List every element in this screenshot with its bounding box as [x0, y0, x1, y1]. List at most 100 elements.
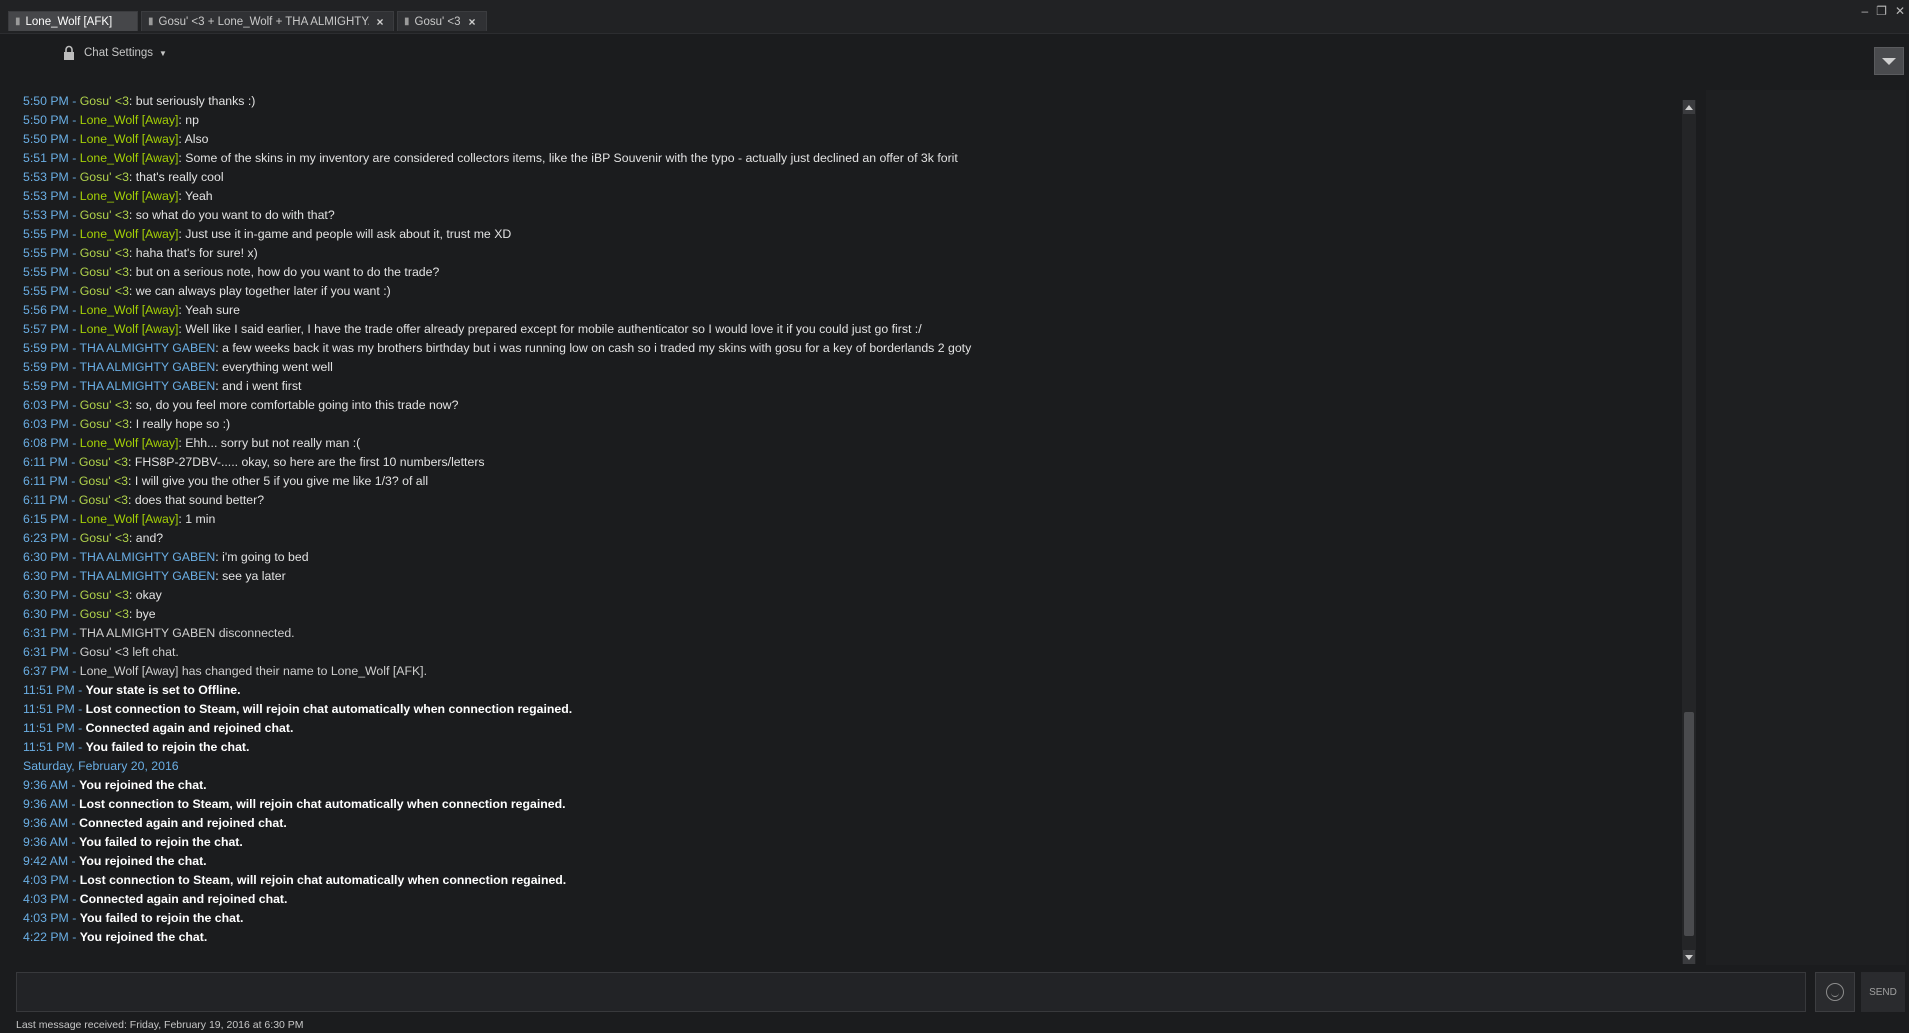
message-author: Gosu' <3: [79, 94, 129, 108]
chat-message: 5:56 PM - Lone_Wolf [Away]: Yeah sure: [23, 301, 1673, 320]
title-bar: ▮ Lone_Wolf [AFK] ▮ Gosu' <3 + Lone_Wolf…: [0, 0, 1909, 34]
chat-message: 6:11 PM - Gosu' <3: does that sound bett…: [23, 491, 1673, 510]
separator: -: [68, 246, 80, 260]
event-text: Lost connection to Steam, will rejoin ch…: [79, 797, 566, 811]
chat-settings-button[interactable]: Chat Settings ▼: [62, 45, 167, 61]
message-time: 6:30 PM: [23, 569, 69, 583]
message-text: i'm going to bed: [222, 550, 309, 564]
separator: -: [68, 170, 80, 184]
smiley-icon: [1826, 983, 1844, 1001]
tab-lone-wolf[interactable]: ▮ Lone_Wolf [AFK]: [8, 11, 138, 31]
tab-label: Lone_Wolf [AFK]: [25, 15, 113, 28]
message-time: 6:11 PM: [23, 474, 68, 488]
close-window-icon[interactable]: ✕: [1895, 4, 1905, 18]
message-time: 5:53 PM: [23, 208, 69, 222]
message-time: 5:55 PM: [23, 246, 69, 260]
message-text: Just use it in-game and people will ask …: [185, 227, 512, 241]
message-colon: :: [128, 417, 136, 431]
separator: -: [67, 455, 79, 469]
message-author: Gosu' <3: [79, 531, 129, 545]
status-event: 11:51 PM - You failed to rejoin the chat…: [23, 738, 1673, 757]
message-time: 5:56 PM: [23, 303, 69, 317]
chat-scrollbar[interactable]: [1682, 100, 1696, 964]
close-icon[interactable]: ×: [469, 15, 476, 29]
separator: -: [68, 607, 80, 621]
message-author: THA ALMIGHTY GABEN: [79, 379, 216, 393]
message-time: 5:55 PM: [23, 265, 69, 279]
chat-log: 5:50 PM - Gosu' <3: but seriously thanks…: [23, 92, 1673, 947]
chat-event: 6:37 PM - Lone_Wolf [Away] has changed t…: [23, 662, 1673, 681]
message-text: Also: [184, 132, 209, 146]
event-text: You rejoined the chat.: [79, 854, 207, 868]
chat-message: 5:51 PM - Lone_Wolf [Away]: Some of the …: [23, 149, 1673, 168]
chat-message: 6:03 PM - Gosu' <3: I really hope so :): [23, 415, 1673, 434]
message-time: 5:59 PM: [23, 341, 69, 355]
restore-icon[interactable]: ❐: [1876, 4, 1887, 18]
close-icon[interactable]: ×: [377, 15, 384, 29]
message-text: that's really cool: [135, 170, 224, 184]
tab-gosu[interactable]: ▮ Gosu' <3 ×: [397, 11, 487, 31]
event-time: 9:36 AM: [23, 835, 69, 849]
message-colon: :: [128, 265, 136, 279]
chat-message: 6:30 PM - THA ALMIGHTY GABEN: i'm going …: [23, 548, 1673, 567]
separator: -: [74, 740, 86, 754]
message-text: so, do you feel more comfortable going i…: [135, 398, 459, 412]
message-text: a few weeks back it was my brothers birt…: [222, 341, 972, 355]
status-event: 11:51 PM - Your state is set to Offline.: [23, 681, 1673, 700]
separator: -: [68, 132, 80, 146]
status-event: 9:36 AM - Connected again and rejoined c…: [23, 814, 1673, 833]
message-author: Gosu' <3: [79, 208, 129, 222]
separator: -: [68, 588, 80, 602]
message-text: Well like I said earlier, I have the tra…: [185, 322, 922, 336]
message-text: Yeah: [185, 189, 213, 203]
separator: -: [68, 531, 80, 545]
event-text: Lone_Wolf [Away] has changed their name …: [79, 664, 427, 678]
message-time: 5:55 PM: [23, 227, 69, 241]
event-time: 4:03 PM: [23, 911, 69, 925]
emoticon-button[interactable]: [1815, 972, 1855, 1012]
message-colon: :: [128, 474, 135, 488]
message-text: does that sound better?: [134, 493, 265, 507]
status-event: 9:42 AM - You rejoined the chat.: [23, 852, 1673, 871]
separator: -: [68, 360, 80, 374]
message-author: Lone_Wolf [Away]: [79, 303, 179, 317]
message-input[interactable]: [16, 972, 1806, 1012]
last-message-status: Last message received: Friday, February …: [16, 1019, 304, 1031]
message-time: 5:55 PM: [23, 284, 69, 298]
lock-icon: [64, 45, 74, 60]
separator: -: [68, 778, 80, 792]
chat-message: 6:11 PM - Gosu' <3: I will give you the …: [23, 472, 1673, 491]
message-author: Gosu' <3: [79, 246, 129, 260]
message-colon: :: [128, 94, 136, 108]
event-time: 9:36 AM: [23, 816, 69, 830]
tab-group-chat[interactable]: ▮ Gosu' <3 + Lone_Wolf + THA ALMIGHTY...…: [141, 11, 394, 31]
message-time: 5:53 PM: [23, 189, 69, 203]
message-time: 6:03 PM: [23, 417, 69, 431]
message-author: Lone_Wolf [Away]: [79, 322, 179, 336]
chat-bubble-icon: ▮: [15, 16, 21, 27]
chat-log-panel: 5:50 PM - Gosu' <3: but seriously thanks…: [16, 90, 1699, 965]
panel-menu-button[interactable]: [1874, 47, 1904, 75]
status-event: 4:03 PM - You failed to rejoin the chat.: [23, 909, 1673, 928]
message-text: everything went well: [222, 360, 333, 374]
event-text: You rejoined the chat.: [79, 930, 208, 944]
chat-message: 5:59 PM - THA ALMIGHTY GABEN: and i went…: [23, 377, 1673, 396]
separator: -: [68, 94, 80, 108]
message-colon: :: [128, 607, 136, 621]
message-author: THA ALMIGHTY GABEN: [79, 550, 216, 564]
message-time: 6:30 PM: [23, 607, 69, 621]
chat-message: 5:50 PM - Lone_Wolf [Away]: Also: [23, 130, 1673, 149]
message-author: Lone_Wolf [Away]: [79, 113, 179, 127]
event-text: Lost connection to Steam, will rejoin ch…: [79, 873, 567, 887]
separator: -: [68, 208, 80, 222]
status-event: 11:51 PM - Lost connection to Steam, wil…: [23, 700, 1673, 719]
minimize-icon[interactable]: –: [1861, 4, 1868, 18]
scroll-thumb[interactable]: [1684, 712, 1694, 936]
event-time: 4:03 PM: [23, 892, 69, 906]
chat-message: 5:57 PM - Lone_Wolf [Away]: Well like I …: [23, 320, 1673, 339]
scroll-up-button[interactable]: [1683, 100, 1695, 114]
message-text: 1 min: [185, 512, 216, 526]
scroll-down-button[interactable]: [1683, 950, 1695, 964]
event-time: 4:03 PM: [23, 873, 69, 887]
send-button[interactable]: SEND: [1861, 972, 1905, 1012]
